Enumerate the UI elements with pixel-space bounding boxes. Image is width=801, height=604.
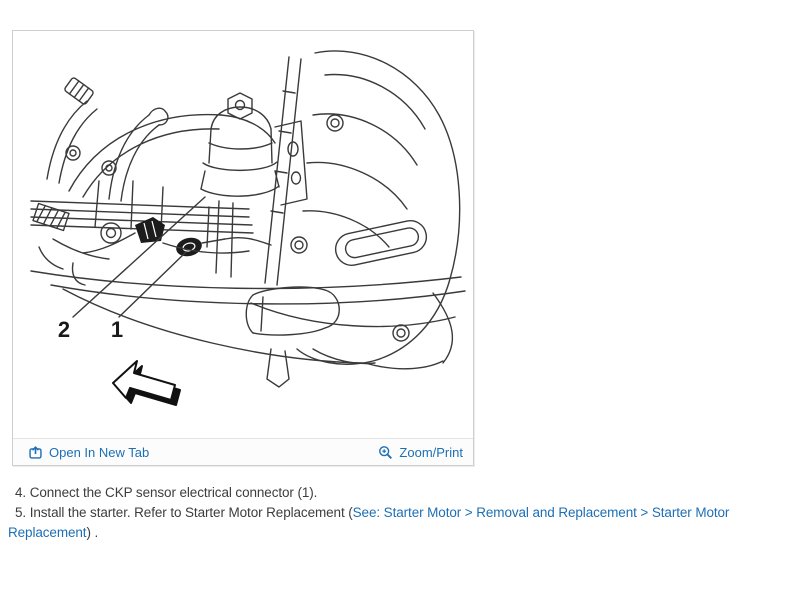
zoom-print-label: Zoom/Print	[399, 444, 463, 460]
figure-body: 2 1	[13, 31, 473, 438]
oil-filter-housing	[200, 92, 308, 278]
leader-line-2	[72, 196, 206, 318]
callout-1: 1	[111, 251, 187, 342]
open-in-new-tab-link[interactable]: Open In New Tab	[28, 445, 149, 460]
figure-label-1: 1	[111, 317, 123, 342]
magnifier-plus-icon	[379, 445, 393, 459]
figure-label-2: 2	[58, 317, 70, 342]
figure-footer: Open In New Tab Zoom/Print	[13, 438, 473, 465]
step-5-text-after: ) .	[86, 525, 99, 540]
engine-diagram: 2 1	[30, 50, 466, 406]
open-in-new-tab-icon	[29, 445, 42, 459]
figure-card: 2 1 Open In New Tab Zoom/Print	[12, 30, 474, 466]
step-5: 5. Install the starter. Refer to Starter…	[8, 503, 790, 543]
step-4-text: 4. Connect the CKP sensor electrical con…	[15, 485, 318, 500]
leader-line-1	[118, 251, 187, 318]
open-in-new-tab-label: Open In New Tab	[49, 444, 150, 460]
zoom-print-link[interactable]: Zoom/Print	[378, 445, 463, 460]
step-4: 4. Connect the CKP sensor electrical con…	[8, 483, 790, 503]
engine-left-section	[30, 77, 276, 286]
direction-arrow	[112, 360, 181, 406]
step-5-text-before: 5. Install the starter. Refer to Starter…	[15, 505, 353, 520]
instructions: 4. Connect the CKP sensor electrical con…	[8, 483, 790, 543]
